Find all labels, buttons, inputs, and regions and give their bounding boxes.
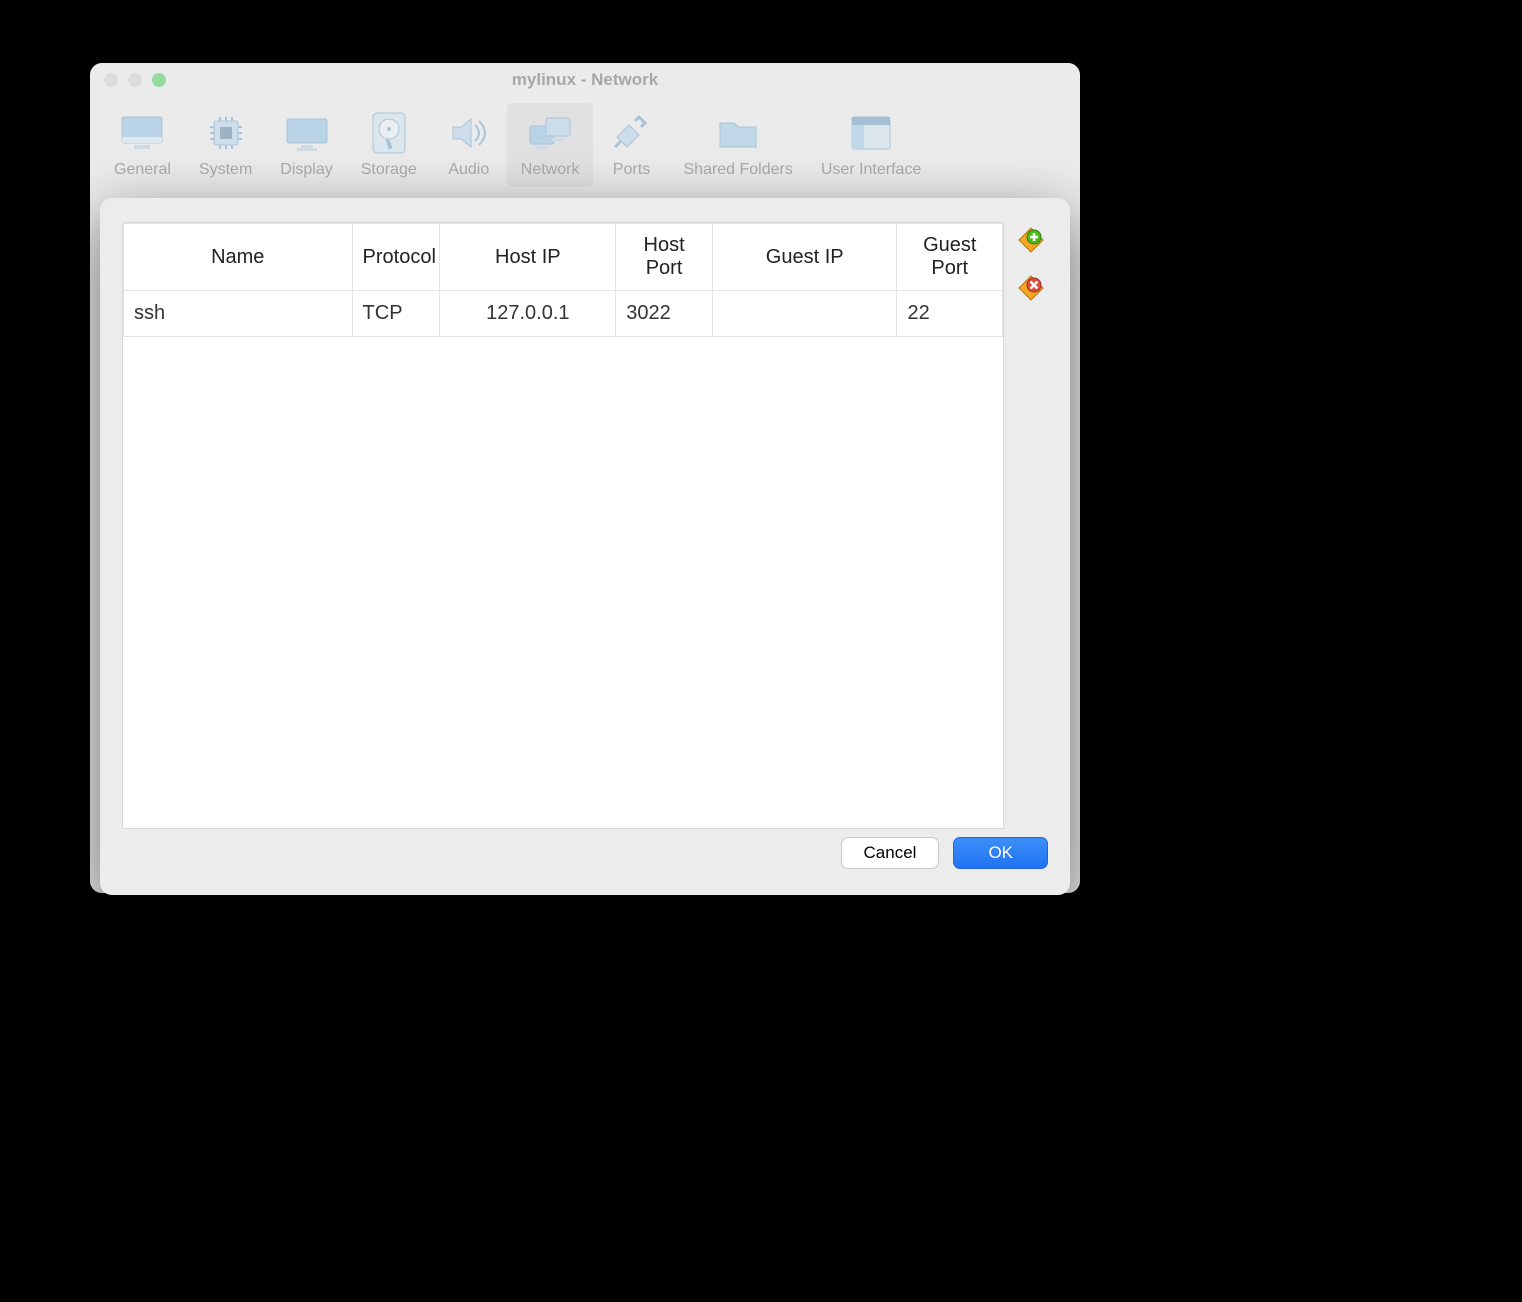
disk-icon — [365, 109, 413, 157]
network-icon — [526, 109, 574, 157]
col-protocol[interactable]: Protocol — [352, 224, 440, 291]
cancel-button[interactable]: Cancel — [841, 837, 940, 869]
tab-shared-folders[interactable]: Shared Folders — [669, 103, 806, 187]
table-row[interactable]: ssh TCP 127.0.0.1 3022 22 — [124, 291, 1003, 337]
table-header-row: Name Protocol Host IP Host Port Guest IP… — [124, 224, 1003, 291]
ok-button[interactable]: OK — [953, 837, 1048, 869]
cell-host-ip[interactable]: 127.0.0.1 — [440, 291, 616, 337]
cell-name[interactable]: ssh — [124, 291, 353, 337]
tab-label: Shared Folders — [683, 161, 792, 179]
port-forwarding-table-wrap: Name Protocol Host IP Host Port Guest IP… — [122, 222, 1004, 829]
monitor-icon — [118, 109, 166, 157]
tab-system[interactable]: System — [185, 103, 266, 187]
add-rule-button[interactable] — [1017, 226, 1045, 254]
col-guest-ip[interactable]: Guest IP — [712, 224, 897, 291]
speaker-icon — [445, 109, 493, 157]
tab-general[interactable]: General — [100, 103, 185, 187]
tab-label: User Interface — [821, 161, 921, 179]
port-forwarding-table[interactable]: Name Protocol Host IP Host Port Guest IP… — [123, 223, 1003, 337]
col-guest-port[interactable]: Guest Port — [897, 224, 1003, 291]
chip-icon — [202, 109, 250, 157]
tab-label: General — [114, 161, 171, 179]
ports-icon — [607, 109, 655, 157]
remove-rule-button[interactable] — [1017, 274, 1045, 302]
window-title: mylinux - Network — [90, 70, 1080, 90]
window-zoom-button[interactable] — [152, 73, 166, 87]
col-host-ip[interactable]: Host IP — [440, 224, 616, 291]
cell-guest-port[interactable]: 22 — [897, 291, 1003, 337]
display-icon — [283, 109, 331, 157]
tab-label: Ports — [613, 161, 650, 179]
tab-ports[interactable]: Ports — [593, 103, 669, 187]
tab-network[interactable]: Network — [507, 103, 594, 187]
col-host-port[interactable]: Host Port — [616, 224, 713, 291]
port-forwarding-sheet: Name Protocol Host IP Host Port Guest IP… — [100, 198, 1070, 895]
tab-storage[interactable]: Storage — [347, 103, 431, 187]
window-minimize-button[interactable] — [128, 73, 142, 87]
tab-display[interactable]: Display — [266, 103, 346, 187]
tab-user-interface[interactable]: User Interface — [807, 103, 935, 187]
tab-label: Display — [280, 161, 332, 179]
window-close-button[interactable] — [104, 73, 118, 87]
cell-guest-ip[interactable] — [712, 291, 897, 337]
tab-label: System — [199, 161, 252, 179]
sheet-footer: Cancel OK — [100, 829, 1070, 895]
tab-audio[interactable]: Audio — [431, 103, 507, 187]
col-name[interactable]: Name — [124, 224, 353, 291]
window-layout-icon — [847, 109, 895, 157]
cell-host-port[interactable]: 3022 — [616, 291, 713, 337]
tab-label: Audio — [448, 161, 489, 179]
tab-label: Storage — [361, 161, 417, 179]
cell-protocol[interactable]: TCP — [352, 291, 440, 337]
tab-label: Network — [521, 161, 580, 179]
titlebar: mylinux - Network — [90, 63, 1080, 97]
folder-icon — [714, 109, 762, 157]
settings-toolbar: General System — [90, 97, 1080, 189]
